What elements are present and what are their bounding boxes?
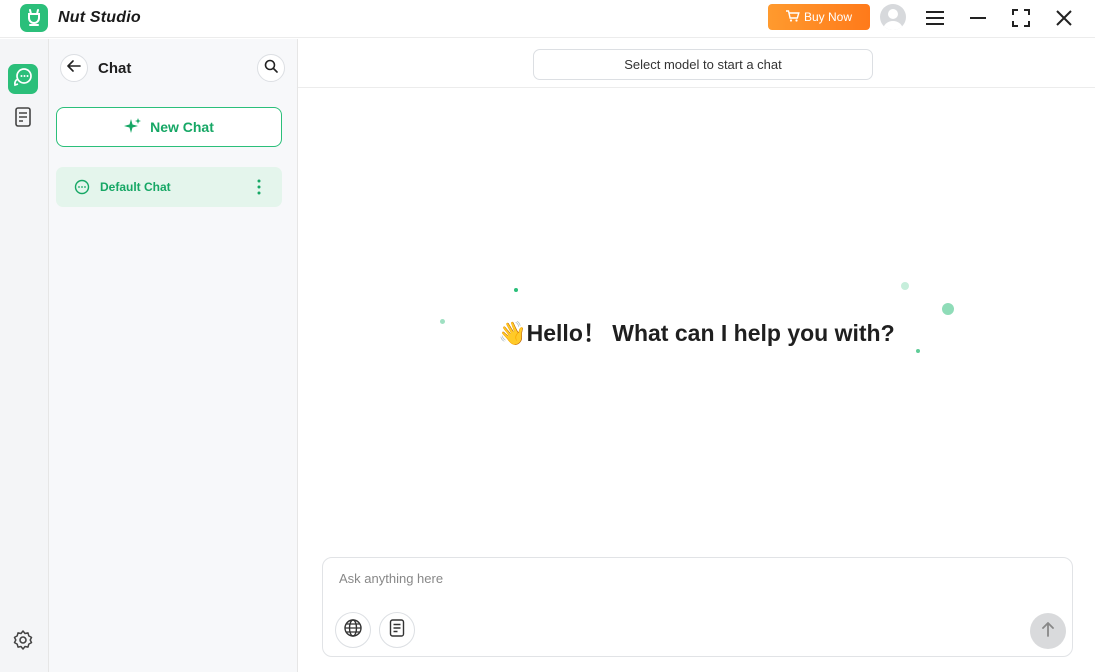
cart-icon — [785, 9, 800, 25]
new-chat-label: New Chat — [150, 119, 214, 135]
sparkle-icon — [124, 117, 142, 138]
waving-hand-emoji: 👋 — [498, 320, 527, 346]
web-search-button[interactable] — [335, 612, 371, 648]
user-avatar-icon[interactable] — [880, 4, 906, 30]
decor-dot — [901, 282, 909, 290]
model-bar: Select model to start a chat — [298, 39, 1095, 88]
app-title: Nut Studio — [58, 9, 141, 26]
chat-sidebar: Chat New Chat Default Chat — [49, 39, 298, 672]
new-chat-button[interactable]: New Chat — [56, 107, 282, 147]
decor-dot — [440, 319, 445, 324]
chat-main: Select model to start a chat 👋Hello！ Wha… — [298, 39, 1095, 672]
buy-now-button[interactable]: Buy Now — [768, 4, 870, 30]
rail-item-knowledge[interactable] — [8, 104, 38, 134]
gear-icon — [12, 629, 34, 656]
nut-logo-icon — [20, 4, 48, 32]
search-icon — [264, 59, 278, 78]
search-button[interactable] — [257, 54, 285, 82]
close-icon[interactable] — [1050, 4, 1078, 32]
decor-dot — [514, 288, 518, 292]
document-icon — [389, 618, 405, 642]
arrow-left-icon — [67, 59, 81, 77]
rail-item-chat[interactable] — [8, 64, 38, 94]
chat-bubble-icon — [74, 179, 90, 200]
chat-list-item[interactable]: Default Chat — [56, 167, 282, 207]
chat-list-item-label: Default Chat — [100, 180, 171, 194]
model-select-button[interactable]: Select model to start a chat — [533, 49, 873, 80]
hamburger-menu-icon[interactable] — [921, 4, 949, 32]
document-icon — [14, 106, 32, 132]
rail-item-settings[interactable] — [8, 627, 38, 657]
greeting-text: Hello！ What can I help you with? — [526, 320, 895, 346]
decor-dot — [916, 349, 920, 353]
send-button[interactable] — [1030, 613, 1066, 649]
more-vertical-icon[interactable] — [252, 177, 266, 197]
globe-icon — [343, 618, 363, 643]
message-input[interactable] — [339, 568, 1039, 588]
buy-now-label: Buy Now — [803, 10, 853, 24]
title-bar: Nut Studio Buy Now — [0, 0, 1095, 38]
decor-dot — [942, 303, 954, 315]
chat-bubbles-icon — [12, 66, 34, 93]
fullscreen-icon[interactable] — [1007, 4, 1035, 32]
left-rail — [0, 39, 49, 672]
greeting: 👋Hello！ What can I help you with? — [498, 314, 895, 348]
minimize-icon[interactable] — [964, 4, 992, 32]
sidebar-title: Chat — [98, 60, 132, 77]
arrow-up-icon — [1041, 621, 1055, 642]
message-composer — [322, 557, 1073, 657]
attach-document-button[interactable] — [379, 612, 415, 648]
back-button[interactable] — [60, 54, 88, 82]
